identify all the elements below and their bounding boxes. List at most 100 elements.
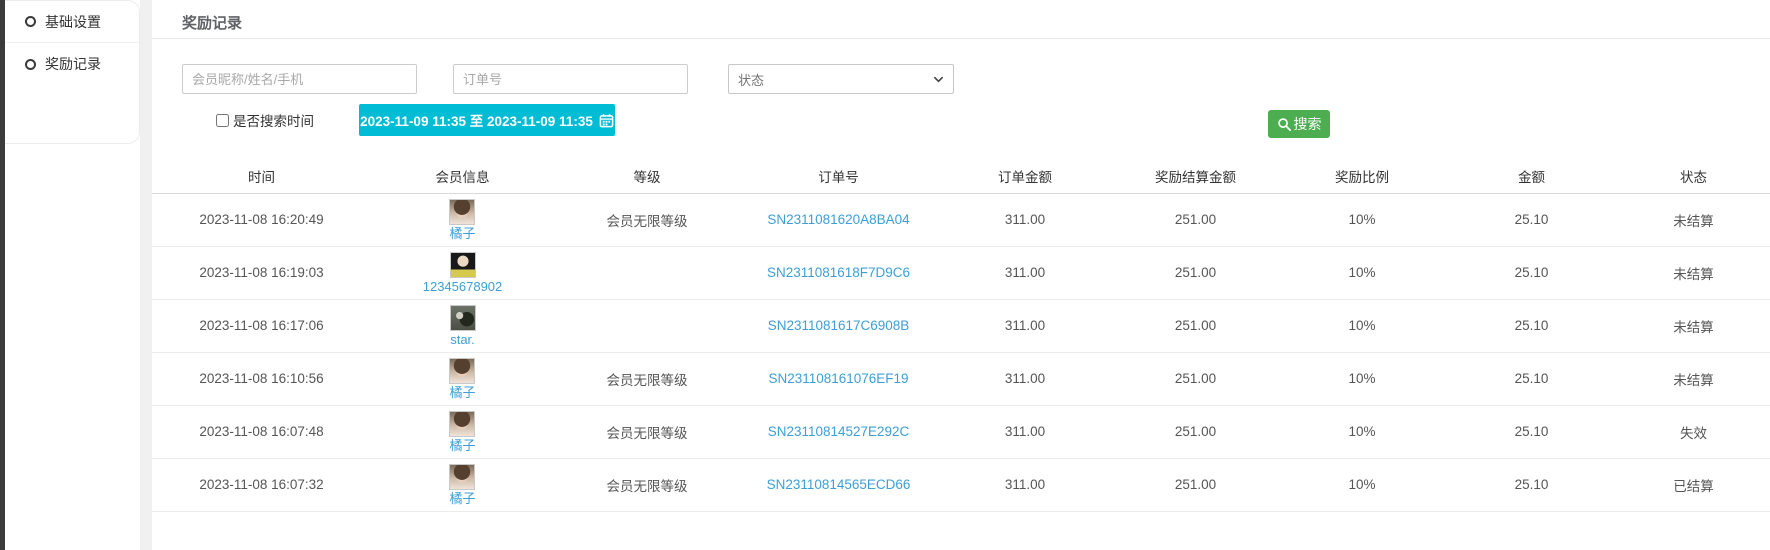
column-header: 奖励结算金额 — [1113, 160, 1278, 193]
member-cell: 橘子 — [371, 352, 554, 405]
sidebar-item-label: 奖励记录 — [45, 54, 101, 74]
time-cell: 2023-11-08 16:20:49 — [152, 193, 371, 246]
status-select[interactable]: 状态 — [728, 64, 954, 94]
settle-amount-cell: 251.00 — [1113, 458, 1278, 511]
juzi-avatar — [449, 199, 475, 225]
order-number-input[interactable] — [453, 64, 688, 94]
order-cell: SN23110814565ECD66 — [740, 458, 937, 511]
column-header: 订单号 — [740, 160, 937, 193]
table-header-row: 时间会员信息等级订单号订单金额奖励结算金额奖励比例金额状态 — [152, 160, 1770, 193]
main-panel: 奖励记录 状态 是否搜索时间 2023-11-09 11:35 至 2023-1… — [152, 0, 1770, 550]
search-time-label: 是否搜索时间 — [233, 110, 314, 130]
amount-cell: 25.10 — [1446, 352, 1617, 405]
order-cell: SN231108161076EF19 — [740, 352, 937, 405]
page-title: 奖励记录 — [182, 12, 242, 33]
sidebar-item-label: 基础设置 — [45, 12, 101, 32]
ratio-cell: 10% — [1278, 405, 1446, 458]
column-header: 状态 — [1617, 160, 1770, 193]
order-cell: SN2311081618F7D9C6 — [740, 246, 937, 299]
ratio-cell: 10% — [1278, 458, 1446, 511]
settle-amount-cell: 251.00 — [1113, 193, 1278, 246]
settle-amount-cell: 251.00 — [1113, 352, 1278, 405]
member-info: 橘子 — [449, 358, 475, 400]
sidebar-menu: 基础设置 奖励记录 — [5, 0, 140, 144]
amount-cell: 25.10 — [1446, 299, 1617, 352]
member-cell: 橘子 — [371, 458, 554, 511]
column-header: 金额 — [1446, 160, 1617, 193]
time-cell: 2023-11-08 16:10:56 — [152, 352, 371, 405]
amount-cell: 25.10 — [1446, 458, 1617, 511]
amount-cell: 25.10 — [1446, 405, 1617, 458]
level-cell: 会员无限等级 — [554, 193, 740, 246]
settle-amount-cell: 251.00 — [1113, 299, 1278, 352]
member-name-link[interactable]: 橘子 — [449, 438, 475, 453]
ratio-cell: 10% — [1278, 193, 1446, 246]
level-cell — [554, 246, 740, 299]
order-number-link[interactable]: SN2311081620A8BA04 — [767, 212, 909, 227]
member-cell: star. — [371, 299, 554, 352]
juzi-avatar — [449, 464, 475, 490]
status-cell: 已结算 — [1617, 458, 1770, 511]
search-icon — [1277, 117, 1292, 132]
table-row: 2023-11-08 16:10:56 橘子 会员无限等级 SN23110816107… — [152, 352, 1770, 405]
order-number-link[interactable]: SN2311081618F7D9C6 — [767, 265, 910, 280]
settle-amount-cell: 251.00 — [1113, 405, 1278, 458]
table-row: 2023-11-08 16:07:32 橘子 会员无限等级 SN23110814565… — [152, 458, 1770, 511]
member-info: star. — [450, 305, 476, 347]
status-cell: 未结算 — [1617, 299, 1770, 352]
level-cell: 会员无限等级 — [554, 458, 740, 511]
search-button[interactable]: 搜索 — [1268, 110, 1330, 138]
member-cell: 橘子 — [371, 405, 554, 458]
time-cell: 2023-11-08 16:07:48 — [152, 405, 371, 458]
member-name-link[interactable]: 橘子 — [449, 491, 475, 506]
sidebar-item-reward-records[interactable]: 奖励记录 — [5, 43, 139, 85]
search-time-checkbox-row[interactable]: 是否搜索时间 — [216, 110, 314, 130]
time-cell: 2023-11-08 16:19:03 — [152, 246, 371, 299]
order-number-link[interactable]: SN2311081617C6908B — [768, 318, 910, 333]
order-amount-cell: 311.00 — [937, 193, 1113, 246]
search-time-checkbox[interactable] — [216, 114, 229, 127]
time-cell: 2023-11-08 16:07:32 — [152, 458, 371, 511]
member-info: 橘子 — [449, 411, 475, 453]
order-amount-cell: 311.00 — [937, 299, 1113, 352]
column-header: 订单金额 — [937, 160, 1113, 193]
member-name-link[interactable]: 橘子 — [449, 226, 475, 241]
table-row: 2023-11-08 16:20:49 橘子 会员无限等级 SN2311081620A… — [152, 193, 1770, 246]
amount-cell: 25.10 — [1446, 246, 1617, 299]
status-cell: 失效 — [1617, 405, 1770, 458]
title-divider — [152, 38, 1770, 39]
member-name-link[interactable]: 橘子 — [449, 385, 475, 400]
level-cell: 会员无限等级 — [554, 352, 740, 405]
order-number-link[interactable]: SN231108161076EF19 — [768, 371, 908, 386]
reward-records-table: 时间会员信息等级订单号订单金额奖励结算金额奖励比例金额状态 2023-11-08… — [152, 160, 1770, 512]
member-info: 橘子 — [449, 464, 475, 506]
juzi-avatar — [449, 411, 475, 437]
order-amount-cell: 311.00 — [937, 246, 1113, 299]
member-name-link[interactable]: 12345678902 — [423, 279, 503, 294]
level-cell: 会员无限等级 — [554, 405, 740, 458]
ratio-cell: 10% — [1278, 299, 1446, 352]
table-row: 2023-11-08 16:17:06star.SN2311081617C690… — [152, 299, 1770, 352]
order-number-link[interactable]: SN23110814527E292C — [768, 424, 910, 439]
juzi-avatar — [449, 358, 475, 384]
member-search-input[interactable] — [182, 64, 417, 94]
order-cell: SN2311081620A8BA04 — [740, 193, 937, 246]
member-info: 12345678902 — [423, 252, 503, 294]
radio-circle-icon — [25, 59, 36, 70]
date-range-button[interactable]: 2023-11-09 11:35 至 2023-11-09 11:35 — [359, 104, 615, 136]
order-amount-cell: 311.00 — [937, 405, 1113, 458]
column-header: 时间 — [152, 160, 371, 193]
member-name-link[interactable]: star. — [450, 332, 475, 347]
order-cell: SN23110814527E292C — [740, 405, 937, 458]
calendar-icon — [599, 113, 614, 128]
column-header: 奖励比例 — [1278, 160, 1446, 193]
order-amount-cell: 311.00 — [937, 458, 1113, 511]
sidebar-item-basic-settings[interactable]: 基础设置 — [5, 1, 139, 43]
radio-circle-icon — [25, 16, 36, 27]
order-number-link[interactable]: SN23110814565ECD66 — [767, 477, 911, 492]
member-info: 橘子 — [449, 199, 475, 241]
column-header: 会员信息 — [371, 160, 554, 193]
status-cell: 未结算 — [1617, 246, 1770, 299]
date-range-text: 2023-11-09 11:35 至 2023-11-09 11:35 — [360, 110, 593, 130]
search-button-label: 搜索 — [1294, 114, 1322, 134]
